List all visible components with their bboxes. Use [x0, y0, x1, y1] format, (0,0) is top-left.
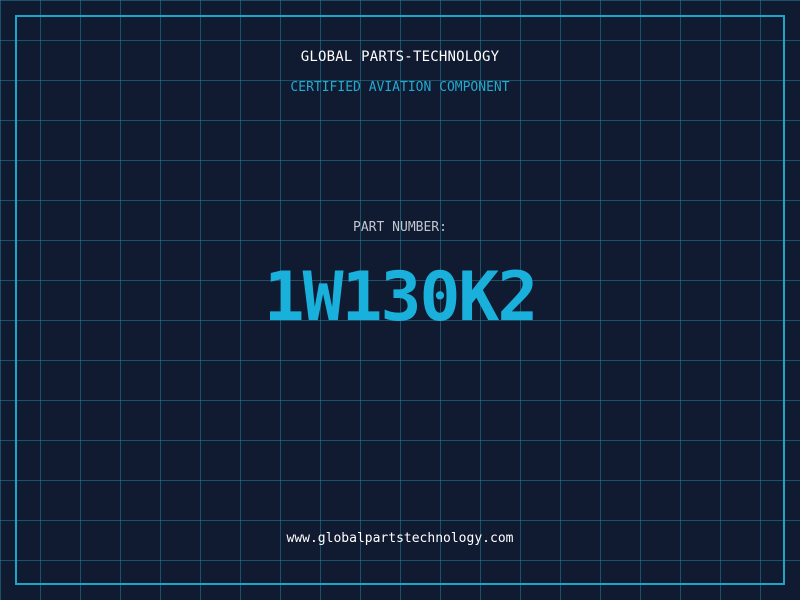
- website-url: www.globalpartstechnology.com: [286, 531, 514, 546]
- part-number-value: 1W130K2: [263, 258, 539, 337]
- part-label-card: GLOBAL PARTS-TECHNOLOGY CERTIFIED AVIATI…: [0, 0, 800, 600]
- brand-name: GLOBAL PARTS-TECHNOLOGY: [300, 49, 500, 65]
- tagline: CERTIFIED AVIATION COMPONENT: [290, 80, 510, 95]
- part-number-label: PART NUMBER:: [353, 220, 447, 235]
